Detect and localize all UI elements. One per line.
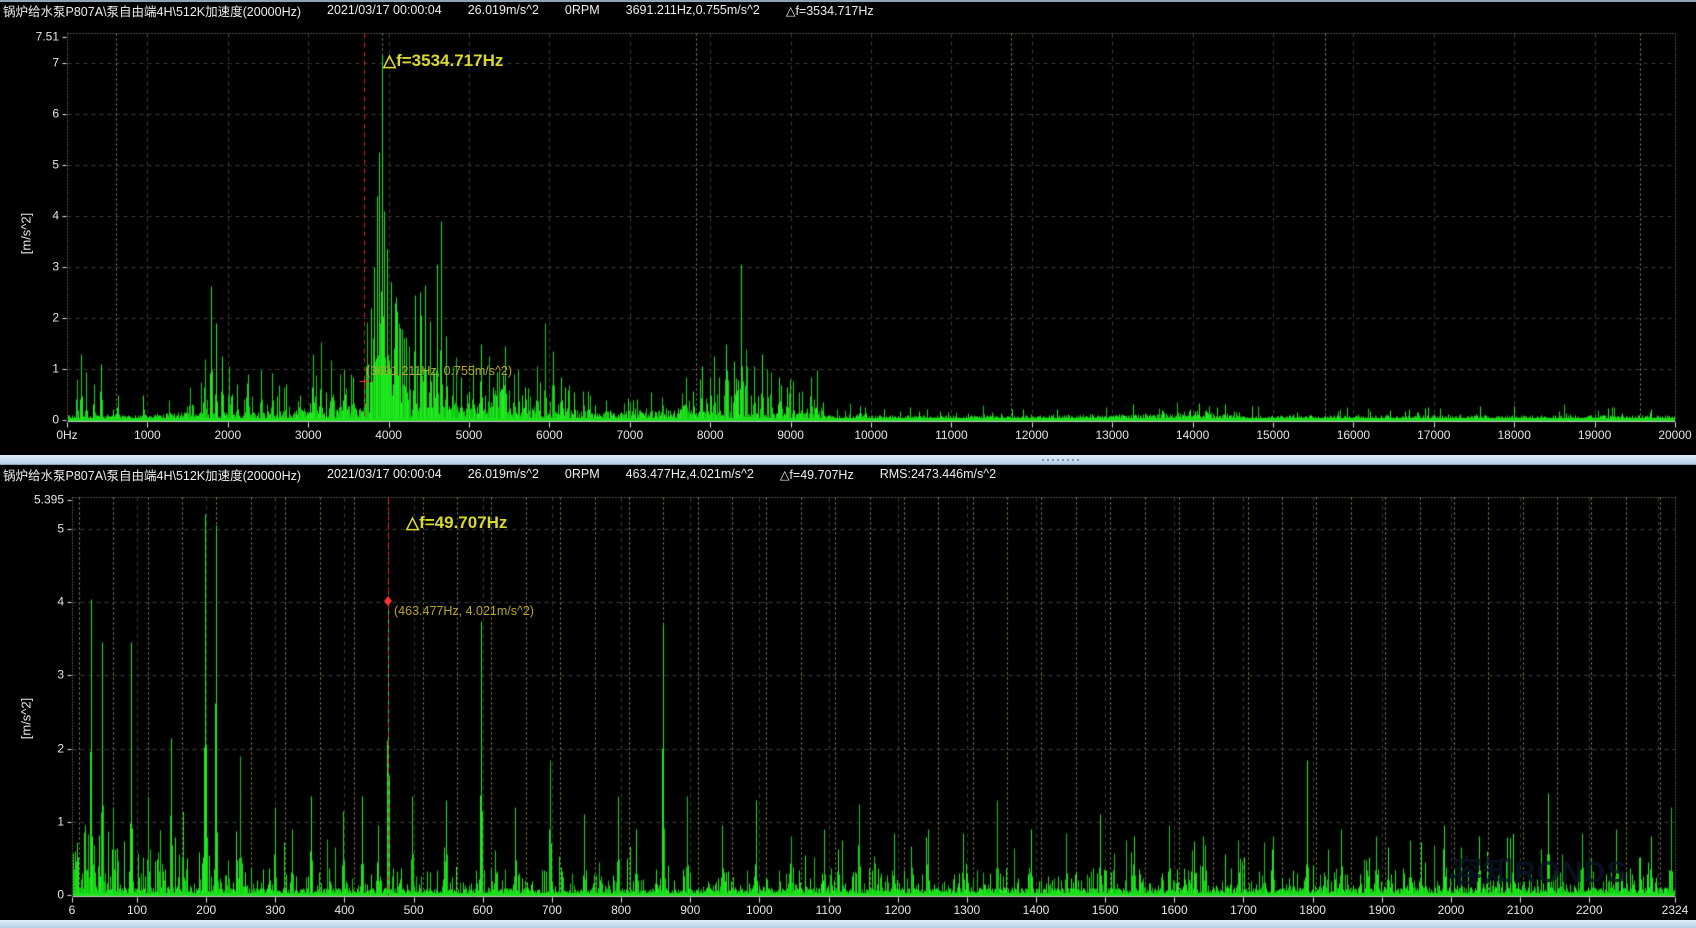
x-tick-label: 1200: [884, 904, 911, 917]
x-tick-label: 11000: [935, 429, 967, 442]
window-bottom-edge: [0, 920, 1696, 928]
y-tick-label: 1: [7, 363, 59, 376]
bottom-pane-header: 锅炉给水泵P807A\泵自由端4H\512K加速度(20000Hz) 2021/…: [0, 465, 1696, 483]
top-delta-f-annotation: △f=3534.717Hz: [383, 51, 503, 71]
channel-title: 锅炉给水泵P807A\泵自由端4H\512K加速度(20000Hz): [3, 1, 301, 20]
overall-value: 26.019m/s^2: [468, 467, 539, 481]
x-tick-label: 1100: [816, 904, 842, 917]
y-tick-label: 0: [7, 414, 59, 427]
x-tick-label: 20000: [1658, 429, 1691, 442]
measurement-time: 2021/03/17 00:00:04: [327, 467, 442, 481]
ronds-watermark: 容知RONDS: [1452, 847, 1627, 891]
y-tick-label: 5: [7, 159, 59, 172]
x-tick-label: 200: [196, 904, 216, 917]
x-tick-label: 700: [542, 904, 562, 917]
x-tick-label: 600: [473, 904, 493, 917]
top-cursor-marker-label: (3691.211Hz, 0.755m/s^2): [366, 364, 512, 378]
splitter-grip-icon[interactable]: [1042, 459, 1079, 461]
x-tick-label: 1000: [746, 904, 773, 917]
x-tick-label: 2324: [1662, 904, 1689, 917]
x-tick-label: 400: [334, 904, 354, 917]
x-tick-label: 1700: [1230, 904, 1257, 917]
x-tick-label: 1800: [1299, 904, 1326, 917]
y-tick-label: 5.395: [12, 494, 64, 507]
x-tick-label: 4000: [375, 429, 402, 442]
x-tick-label: 10000: [854, 429, 887, 442]
pane-splitter[interactable]: [0, 455, 1696, 465]
x-tick-label: 13000: [1096, 429, 1129, 442]
x-tick-label: 3000: [295, 429, 322, 442]
x-tick-label: 6: [69, 904, 76, 917]
x-tick-label: 2000: [1438, 904, 1465, 917]
x-tick-label: 100: [127, 904, 147, 917]
delta-f-readout: △f=3534.717Hz: [786, 3, 874, 18]
x-tick-label: 900: [680, 904, 700, 917]
x-tick-label: 1500: [1092, 904, 1119, 917]
x-tick-label: 14000: [1176, 429, 1209, 442]
top-spectrum-canvas[interactable]: [0, 18, 1696, 455]
x-tick-label: 300: [265, 904, 285, 917]
x-tick-label: 18000: [1498, 429, 1531, 442]
channel-title: 锅炉给水泵P807A\泵自由端4H\512K加速度(20000Hz): [3, 465, 301, 484]
bottom-delta-f-annotation: △f=49.707Hz: [406, 513, 507, 533]
x-tick-label: 2100: [1507, 904, 1534, 917]
x-tick-label: 1300: [953, 904, 980, 917]
x-tick-label: 15000: [1256, 429, 1289, 442]
y-tick-label: 7: [7, 57, 59, 70]
x-tick-label: 0Hz: [56, 429, 77, 442]
y-tick-label: 4: [12, 596, 64, 609]
x-tick-label: 17000: [1417, 429, 1450, 442]
y-tick-label: 3: [12, 669, 64, 682]
measurement-time: 2021/03/17 00:00:04: [327, 3, 442, 17]
y-tick-label: 1: [12, 815, 64, 828]
x-tick-label: 1000: [134, 429, 161, 442]
x-tick-label: 8000: [697, 429, 724, 442]
x-tick-label: 1600: [1161, 904, 1188, 917]
y-tick-label: 2: [7, 312, 59, 325]
rpm-value: 0RPM: [565, 3, 600, 17]
y-tick-label: 6: [7, 108, 59, 121]
rpm-value: 0RPM: [565, 467, 600, 481]
x-tick-label: 12000: [1015, 429, 1048, 442]
top-y-axis-title: [m/s^2]: [19, 204, 34, 264]
bottom-y-axis-title: [m/s^2]: [19, 689, 34, 749]
x-tick-label: 500: [404, 904, 424, 917]
cursor-readout: 463.477Hz,4.021m/s^2: [626, 467, 754, 481]
x-tick-label: 7000: [616, 429, 643, 442]
x-tick-label: 800: [611, 904, 631, 917]
x-tick-label: 1400: [1023, 904, 1050, 917]
rms-readout: RMS:2473.446m/s^2: [880, 467, 996, 481]
x-tick-label: 16000: [1337, 429, 1370, 442]
y-tick-label: 5: [12, 523, 64, 536]
y-tick-label: 7.51: [7, 30, 59, 43]
y-tick-label: 0: [12, 889, 64, 902]
spectrum-analyzer-window: 锅炉给水泵P807A\泵自由端4H\512K加速度(20000Hz) 2021/…: [0, 0, 1696, 928]
x-tick-label: 6000: [536, 429, 563, 442]
delta-f-readout: △f=49.707Hz: [780, 467, 854, 482]
x-tick-label: 9000: [777, 429, 804, 442]
x-tick-label: 5000: [456, 429, 483, 442]
top-pane-header: 锅炉给水泵P807A\泵自由端4H\512K加速度(20000Hz) 2021/…: [0, 2, 1696, 18]
x-tick-label: 19000: [1578, 429, 1611, 442]
x-tick-label: 1900: [1368, 904, 1395, 917]
x-tick-label: 2200: [1576, 904, 1603, 917]
bottom-spectrum-plot[interactable]: 6100200300400500600700800900100011001200…: [0, 483, 1696, 920]
x-tick-label: 2000: [214, 429, 241, 442]
bottom-cursor-marker-label: (463.477Hz, 4.021m/s^2): [394, 604, 534, 618]
overall-value: 26.019m/s^2: [468, 3, 539, 17]
cursor-readout: 3691.211Hz,0.755m/s^2: [626, 3, 760, 17]
bottom-spectrum-canvas[interactable]: [0, 483, 1696, 920]
top-spectrum-plot[interactable]: 0Hz 1000 2000 3000 4000 5000 6000 7000 8000 9000 1…: [0, 18, 1696, 455]
